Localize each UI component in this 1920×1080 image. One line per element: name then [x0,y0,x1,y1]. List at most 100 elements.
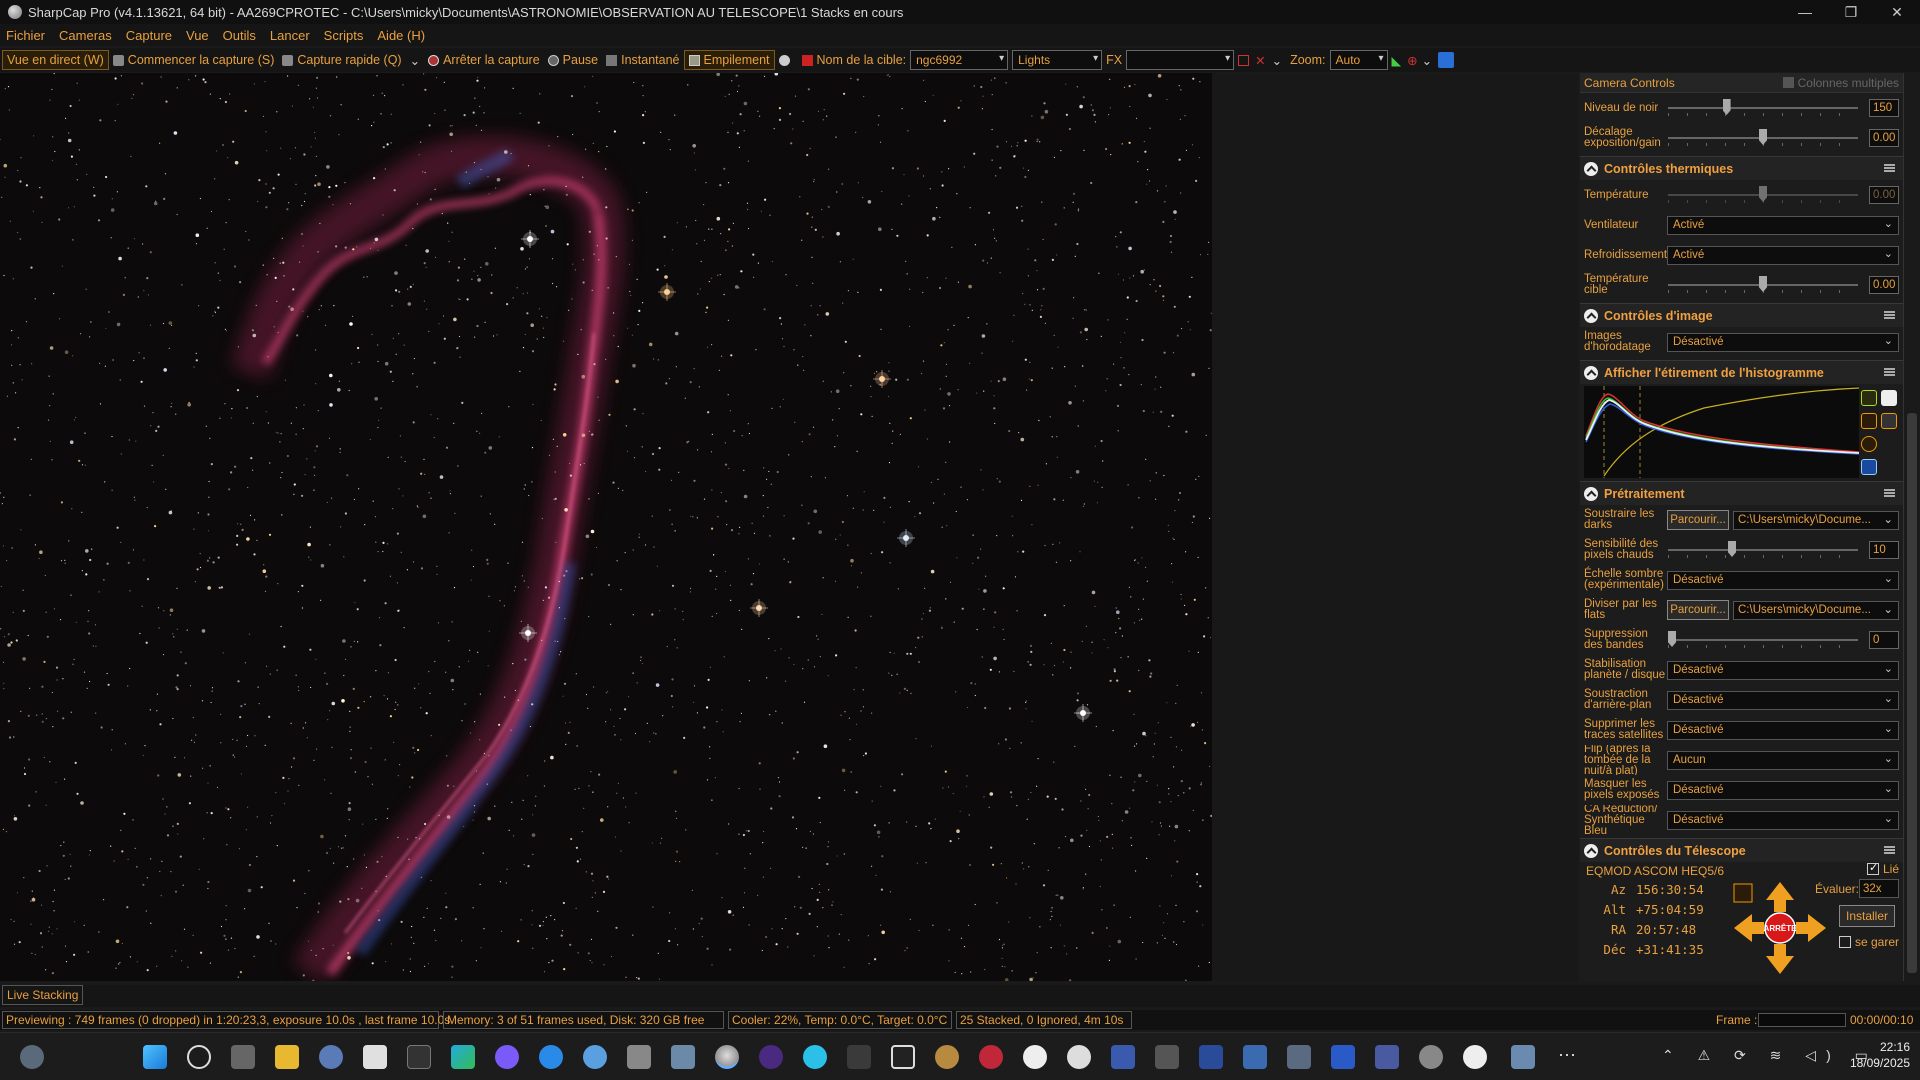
temperature-slider[interactable] [1668,186,1858,203]
start-icon[interactable] [143,1045,167,1069]
app-icon[interactable] [803,1045,827,1069]
app-icon[interactable] [759,1045,783,1069]
dark-scale-dropdown[interactable]: Désactivé [1667,570,1899,590]
background-dropdown[interactable]: Désactivé [1667,690,1899,710]
app-icon[interactable] [1375,1045,1399,1069]
menu-icon[interactable] [1884,164,1895,172]
goto-icon[interactable] [1733,883,1753,903]
darks-path-dropdown[interactable]: C:\Users\micky\Docume... [1733,510,1899,530]
app-icon[interactable] [583,1045,607,1069]
menu-icon[interactable] [1884,368,1895,376]
section-preprocessing[interactable]: Prétraitement [1580,481,1903,505]
lock-icon[interactable] [1881,413,1897,429]
menu-vue[interactable]: Vue [186,28,209,43]
collapse-icon[interactable] [1584,486,1598,501]
app-icon[interactable] [1331,1045,1355,1069]
menu-icon[interactable] [1884,489,1895,497]
live-view-button[interactable]: Vue en direct (W) [2,50,109,70]
browse-darks-button[interactable]: Parcourir... [1667,510,1729,530]
snapshot-button[interactable]: Instantané [602,50,683,70]
linked-checkbox[interactable]: Lié [1866,861,1899,876]
stacking-button[interactable]: Empilement [683,50,775,70]
app-icon[interactable] [627,1045,651,1069]
frame-progress[interactable] [1758,1013,1846,1027]
quick-capture-button[interactable]: Capture rapide (Q) ⌄ [278,50,424,70]
menu-outils[interactable]: Outils [223,28,256,43]
menu-lancer[interactable]: Lancer [270,28,310,43]
fx-combo[interactable] [1126,50,1235,70]
arrow-right-icon[interactable] [1796,914,1826,942]
app-icon[interactable] [1511,1045,1535,1069]
file-explorer-icon[interactable] [275,1045,299,1069]
settings-icon[interactable] [319,1045,343,1069]
app-icon[interactable] [671,1045,695,1069]
exposure-offset-value[interactable]: 0.00 [1869,129,1899,147]
messenger-icon[interactable] [495,1045,519,1069]
lightning-icon[interactable] [1861,413,1877,429]
view-tools[interactable]: ◣ ⊕ ⌄ [1388,50,1459,70]
timestamp-dropdown[interactable]: Désactivé [1667,332,1899,352]
arrow-down-icon[interactable] [1766,944,1794,974]
app-icon[interactable] [1111,1045,1135,1069]
app-icon[interactable] [847,1045,871,1069]
app-icon[interactable] [1155,1045,1179,1069]
hot-pixels-slider[interactable] [1668,541,1858,558]
flats-path-dropdown[interactable]: C:\Users\micky\Docume... [1733,600,1899,620]
menu-icon[interactable] [1884,846,1895,854]
edge-icon[interactable] [451,1045,475,1069]
evaluate-dropdown[interactable]: 32x [1859,879,1899,898]
contrast-icon[interactable] [1881,390,1897,406]
stop-capture-button[interactable]: Arrêter la capture [424,50,544,70]
app-icon[interactable] [1067,1045,1091,1069]
app-icon[interactable] [1023,1045,1047,1069]
app-icon[interactable] [407,1045,431,1069]
more-icon[interactable]: ⋯ [1555,1045,1579,1069]
menu-fichier[interactable]: Fichier [6,28,45,43]
section-image[interactable]: Contrôles d'image [1580,303,1903,327]
weather-icon[interactable] [20,1045,44,1069]
target-name-combo[interactable]: ngc6992 [910,50,1009,70]
app-icon[interactable] [363,1045,387,1069]
histogram-stretch[interactable] [1584,386,1899,478]
menu-scripts[interactable]: Scripts [324,28,364,43]
arrow-left-icon[interactable] [1734,914,1764,942]
section-thermal[interactable]: Contrôles thermiques [1580,156,1903,180]
menu-capture[interactable]: Capture [126,28,172,43]
app-icon[interactable] [1243,1045,1267,1069]
close-button[interactable]: ✕ [1874,0,1920,24]
hot-pixels-value[interactable]: 10 [1869,541,1899,559]
overexposed-dropdown[interactable]: Désactivé [1667,780,1899,800]
scrollbar-thumb[interactable] [1907,413,1917,973]
target-temp-slider[interactable] [1668,276,1858,293]
maximize-button[interactable]: ❐ [1828,0,1874,24]
target-temp-value[interactable]: 0.00 [1869,276,1899,294]
start-capture-button[interactable]: Commencer la capture (S) [109,50,279,70]
park-checkbox[interactable]: se garer [1838,935,1899,949]
multi-columns-toggle[interactable]: Colonnes multiples [1782,76,1899,90]
auto-stretch-icon[interactable] [1861,390,1877,406]
app-icon[interactable] [935,1045,959,1069]
collapse-icon[interactable] [1584,308,1598,323]
browse-flats-button[interactable]: Parcourir... [1667,600,1729,620]
collapse-icon[interactable] [1584,365,1598,380]
stabilization-dropdown[interactable]: Désactivé [1667,660,1899,680]
search-icon[interactable] [187,1045,211,1069]
cooling-dropdown[interactable]: Activé [1667,245,1899,265]
tray-icons[interactable]: ⌃ ⚠ ⟳ ≋ ◁) ▭ [1662,1047,1878,1064]
app-icon[interactable] [1419,1045,1443,1069]
app-icon[interactable] [539,1045,563,1069]
sharpcap-icon[interactable] [715,1045,739,1069]
section-telescope[interactable]: Contrôles du Télescope [1580,838,1903,862]
menu-cameras[interactable]: Cameras [59,28,112,43]
app-icon[interactable] [1463,1045,1487,1069]
zoom-combo[interactable]: Auto [1329,50,1388,70]
exposure-offset-slider[interactable] [1668,129,1858,146]
collapse-icon[interactable] [1584,161,1598,176]
task-view-icon[interactable] [231,1045,255,1069]
app-icon[interactable] [891,1045,915,1069]
banding-slider[interactable] [1668,631,1858,648]
menu-icon[interactable] [1884,311,1895,319]
selection-tools[interactable]: ✕ ⌄ [1234,50,1286,70]
black-level-value[interactable]: 150 [1869,99,1899,117]
image-viewer[interactable] [0,73,1212,981]
